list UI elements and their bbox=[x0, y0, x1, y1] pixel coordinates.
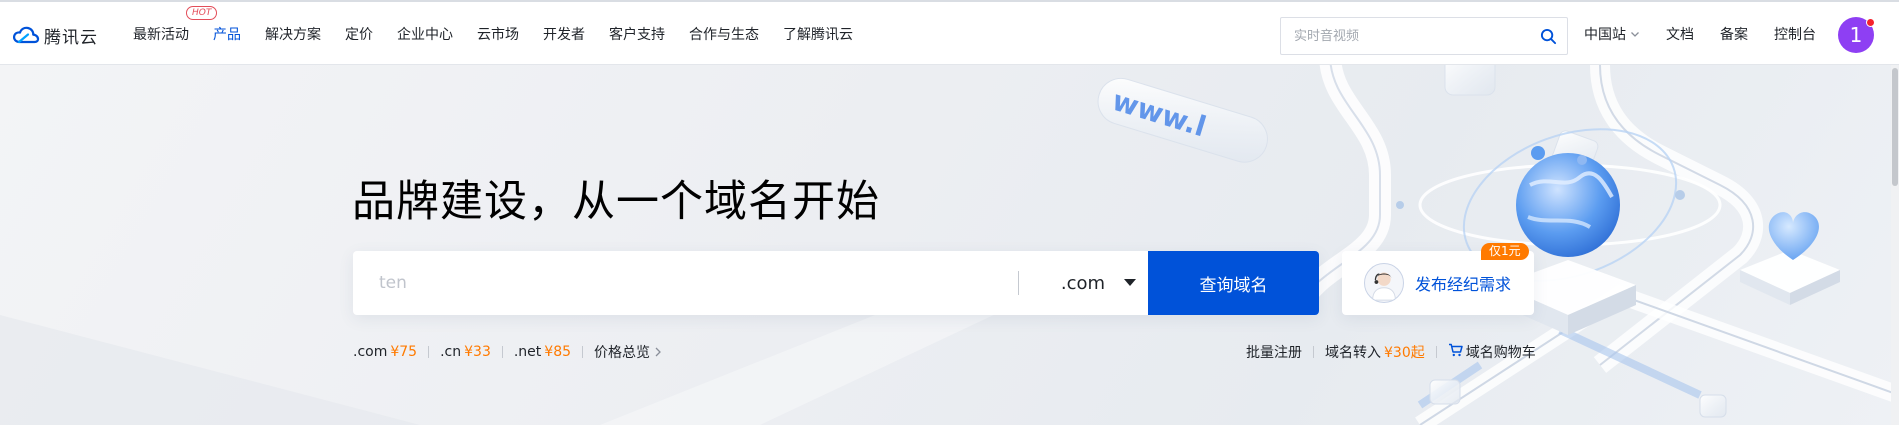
bulk-register-link[interactable]: 批量注册 bbox=[1246, 342, 1302, 362]
filing-link[interactable]: 备案 bbox=[1720, 24, 1748, 44]
price-item-cn[interactable]: .cn ¥33 bbox=[440, 344, 491, 360]
price-badge: 仅1元 bbox=[1481, 243, 1529, 260]
cart-icon bbox=[1448, 343, 1463, 361]
brand-name: 腾讯云 bbox=[44, 27, 98, 48]
caret-down-icon bbox=[1124, 279, 1136, 286]
search-button[interactable] bbox=[1529, 18, 1567, 54]
domain-cart-link[interactable]: 域名购物车 bbox=[1448, 342, 1536, 362]
cloud-logo-icon bbox=[12, 26, 40, 44]
user-avatar[interactable]: 1 bbox=[1838, 17, 1875, 53]
domain-transfer-link[interactable]: 域名转入 ¥30起 bbox=[1325, 342, 1425, 362]
publish-broker-request-button[interactable]: 发布经纪需求 仅1元 bbox=[1342, 243, 1534, 315]
price-value: ¥75 bbox=[390, 344, 418, 360]
site-selector[interactable]: 中国站 bbox=[1584, 24, 1640, 44]
nav-item-latest-activities[interactable]: 最新活动 HOT bbox=[133, 5, 218, 44]
divider bbox=[1435, 346, 1437, 358]
domain-search-bar: .com 查询域名 bbox=[353, 251, 1319, 315]
nav-item-partners[interactable]: 合作与生态 bbox=[689, 24, 759, 44]
console-link[interactable]: 控制台 bbox=[1774, 24, 1816, 44]
price-suffix: .net bbox=[513, 344, 542, 360]
search-input[interactable] bbox=[1281, 18, 1529, 54]
avatar-initial: 1 bbox=[1849, 23, 1863, 47]
nav-item-marketplace[interactable]: 云市场 bbox=[477, 24, 519, 44]
docs-link[interactable]: 文档 bbox=[1666, 24, 1694, 44]
domain-actions: 批量注册 域名转入 ¥30起 域名购物车 bbox=[1246, 342, 1536, 362]
price-value: ¥33 bbox=[464, 344, 491, 360]
search-icon bbox=[1540, 28, 1556, 44]
price-item-com[interactable]: .com ¥75 bbox=[353, 344, 417, 360]
price-suffix: .cn bbox=[440, 344, 462, 360]
transfer-label: 域名转入 bbox=[1325, 345, 1381, 361]
price-overview-link[interactable]: 价格总览 bbox=[594, 342, 662, 362]
nav-item-about[interactable]: 了解腾讯云 bbox=[783, 24, 853, 44]
hot-badge: HOT bbox=[186, 5, 218, 20]
nav-item-support[interactable]: 客户支持 bbox=[609, 24, 665, 44]
nav-item-pricing[interactable]: 定价 bbox=[345, 24, 373, 44]
price-overview-label: 价格总览 bbox=[594, 345, 651, 361]
nav-item-label: 最新活动 bbox=[133, 26, 189, 43]
divider bbox=[582, 346, 584, 358]
price-value: ¥85 bbox=[544, 344, 572, 360]
domain-input[interactable] bbox=[353, 251, 1018, 315]
domain-hero-banner: www.l 品牌建设，从一个域名开始 .com bbox=[0, 65, 1899, 425]
broker-label: 发布经纪需求 bbox=[1415, 275, 1512, 294]
scrollbar-thumb[interactable] bbox=[1892, 68, 1898, 186]
price-item-net[interactable]: .net ¥85 bbox=[514, 344, 571, 360]
chevron-right-icon bbox=[655, 347, 661, 357]
chevron-down-icon bbox=[1631, 31, 1639, 37]
suffix-dropdown[interactable]: .com bbox=[1018, 251, 1148, 315]
divider bbox=[1313, 346, 1314, 358]
suffix-price-list: .com ¥75 .cn ¥33 .net ¥85 价格总览 bbox=[353, 342, 662, 362]
divider bbox=[428, 346, 430, 358]
right-nav: 中国站 文档 备案 控制台 bbox=[1584, 2, 1842, 65]
transfer-price: ¥30起 bbox=[1384, 345, 1425, 361]
nav-item-solutions[interactable]: 解决方案 bbox=[265, 24, 321, 44]
cart-label: 域名购物车 bbox=[1465, 345, 1536, 361]
global-search bbox=[1280, 17, 1568, 55]
price-suffix: .com bbox=[353, 344, 388, 360]
hero-title: 品牌建设，从一个域名开始 bbox=[352, 177, 880, 227]
query-domain-button[interactable]: 查询域名 bbox=[1148, 251, 1319, 315]
site-selector-label: 中国站 bbox=[1584, 26, 1626, 43]
main-nav: 最新活动 HOT 产品 解决方案 定价 企业中心 云市场 开发者 客户支持 合作… bbox=[133, 2, 877, 65]
nav-item-enterprise-center[interactable]: 企业中心 bbox=[397, 24, 453, 44]
brand-logo[interactable]: 腾讯云 bbox=[12, 22, 98, 48]
nav-item-products[interactable]: 产品 bbox=[213, 24, 241, 44]
notification-dot bbox=[1866, 18, 1875, 27]
hero-background-illustration: www.l bbox=[0, 65, 1899, 425]
top-navigation-bar: 腾讯云 最新活动 HOT 产品 解决方案 定价 企业中心 云市场 开发者 客户支… bbox=[0, 0, 1899, 65]
suffix-selected-value: .com bbox=[1060, 272, 1106, 294]
divider bbox=[501, 346, 503, 358]
nav-item-developers[interactable]: 开发者 bbox=[543, 24, 585, 44]
agent-avatar-icon bbox=[1364, 263, 1404, 303]
